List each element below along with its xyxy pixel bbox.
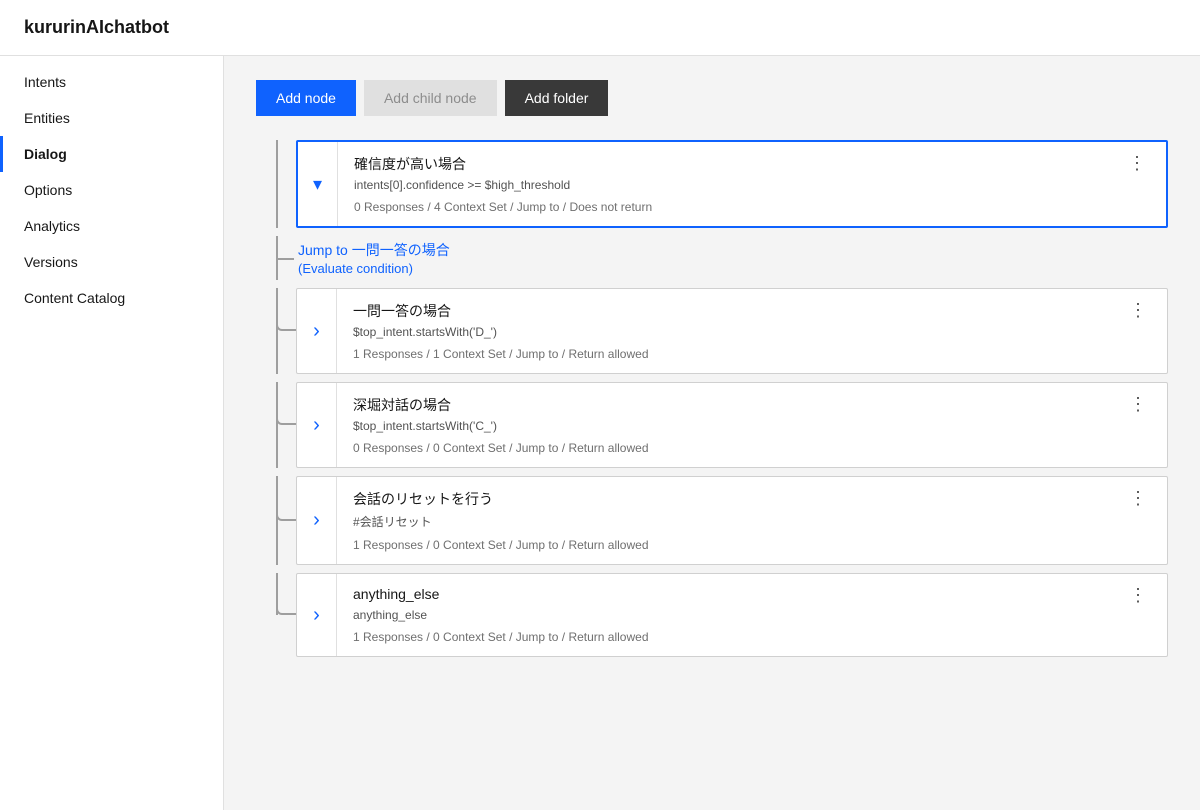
app-header: kururinAIchatbot	[0, 0, 1200, 56]
child-node-title-1: 深堀対話の場合	[353, 395, 451, 415]
sidebar-item-analytics[interactable]: Analytics	[0, 208, 223, 244]
sidebar-item-entities[interactable]: Entities	[0, 100, 223, 136]
child-node-meta-2: 1 Responses / 0 Context Set / Jump to / …	[353, 538, 1151, 552]
root-node-menu-icon[interactable]: ⋮	[1124, 154, 1150, 172]
child-node-condition-3: anything_else	[353, 608, 1151, 622]
child-node-meta-0: 1 Responses / 1 Context Set / Jump to / …	[353, 347, 1151, 361]
child-connector-0	[256, 288, 296, 374]
jump-to-link[interactable]: Jump to 一問一答の場合 (Evaluate condition)	[298, 240, 450, 276]
jump-to-text: 一問一答の場合	[352, 242, 450, 258]
child-node-menu-icon-3[interactable]: ⋮	[1125, 586, 1151, 604]
jump-to-section: Jump to 一問一答の場合 (Evaluate condition)	[256, 236, 1168, 280]
add-child-node-button[interactable]: Add child node	[364, 80, 497, 116]
add-folder-button[interactable]: Add folder	[505, 80, 609, 116]
child-connector-3	[256, 573, 296, 657]
layout: IntentsEntitiesDialogOptionsAnalyticsVer…	[0, 56, 1200, 810]
jump-horiz-line	[276, 258, 294, 260]
jump-link-container: Jump to 一問一答の場合 (Evaluate condition)	[296, 236, 1168, 280]
child-curve-1	[276, 382, 296, 425]
main-content: Add node Add child node Add folder ▾	[224, 56, 1200, 810]
child-node-toggle-0[interactable]: ›	[297, 289, 337, 373]
root-node-header: 確信度が高い場合 ⋮	[354, 154, 1150, 174]
root-node-title: 確信度が高い場合	[354, 154, 466, 174]
child-node-title-2: 会話のリセットを行う	[353, 489, 493, 509]
child-node-menu-icon-2[interactable]: ⋮	[1125, 489, 1151, 507]
child-node-card-1: › 深堀対話の場合 ⋮ $top_intent.startsWith('C_') 0 R…	[296, 382, 1168, 468]
add-node-button[interactable]: Add node	[256, 80, 356, 116]
root-node-meta: 0 Responses / 4 Context Set / Jump to / …	[354, 200, 1150, 214]
child-node-header-3: anything_else ⋮	[353, 586, 1151, 604]
child-curve-2	[276, 476, 296, 521]
child-node-body-3: anything_else ⋮ anything_else 1 Responses /…	[337, 574, 1167, 656]
child-node-row-1: › 深堀対話の場合 ⋮ $top_intent.startsWith('C_') 0 R…	[256, 382, 1168, 468]
child-connector-1	[256, 382, 296, 468]
child-node-menu-icon-1[interactable]: ⋮	[1125, 395, 1151, 413]
dialog-tree: ▾ 確信度が高い場合 ⋮ intents[0].confidence >= $h…	[256, 140, 1168, 657]
jump-connector	[256, 236, 296, 280]
toolbar: Add node Add child node Add folder	[256, 80, 1168, 116]
child-node-header-2: 会話のリセットを行う ⋮	[353, 489, 1151, 509]
root-node-body: 確信度が高い場合 ⋮ intents[0].confidence >= $hig…	[338, 142, 1166, 226]
root-node-toggle[interactable]: ▾	[298, 142, 338, 226]
child-node-card-2: › 会話のリセットを行う ⋮ #会話リセット 1 Responses / 0 Conte…	[296, 476, 1168, 565]
root-node-card: ▾ 確信度が高い場合 ⋮ intents[0].confidence >= $h…	[296, 140, 1168, 228]
child-node-card-3: › anything_else ⋮ anything_else 1 Responses …	[296, 573, 1168, 657]
child-nodes-container: › 一問一答の場合 ⋮ $top_intent.startsWith('D_') 1 R…	[256, 288, 1168, 657]
child-node-card-0: › 一問一答の場合 ⋮ $top_intent.startsWith('D_') 1 R…	[296, 288, 1168, 374]
child-curve-0	[276, 288, 296, 331]
sidebar-item-content-catalog[interactable]: Content Catalog	[0, 280, 223, 316]
app-container: kururinAIchatbot IntentsEntitiesDialogOp…	[0, 0, 1200, 810]
jump-to-prefix: Jump to	[298, 242, 352, 258]
child-node-toggle-3[interactable]: ›	[297, 574, 337, 656]
app-title: kururinAIchatbot	[24, 17, 169, 38]
child-node-header-0: 一問一答の場合 ⋮	[353, 301, 1151, 321]
child-node-body-2: 会話のリセットを行う ⋮ #会話リセット 1 Responses / 0 Contex…	[337, 477, 1167, 564]
sidebar-item-versions[interactable]: Versions	[0, 244, 223, 280]
sidebar-item-dialog[interactable]: Dialog	[0, 136, 223, 172]
sidebar: IntentsEntitiesDialogOptionsAnalyticsVer…	[0, 56, 224, 810]
jump-to-suffix: (Evaluate condition)	[298, 261, 413, 276]
child-node-toggle-2[interactable]: ›	[297, 477, 337, 564]
child-node-condition-2: #会話リセット	[353, 513, 1151, 530]
child-node-menu-icon-0[interactable]: ⋮	[1125, 301, 1151, 319]
child-curve-3	[276, 573, 296, 615]
sidebar-item-options[interactable]: Options	[0, 172, 223, 208]
child-node-body-1: 深堀対話の場合 ⋮ $top_intent.startsWith('C_') 0 Re…	[337, 383, 1167, 467]
child-node-body-0: 一問一答の場合 ⋮ $top_intent.startsWith('D_') 1 Re…	[337, 289, 1167, 373]
child-node-condition-0: $top_intent.startsWith('D_')	[353, 325, 1151, 339]
child-node-row-3: › anything_else ⋮ anything_else 1 Responses …	[256, 573, 1168, 657]
child-node-header-1: 深堀対話の場合 ⋮	[353, 395, 1151, 415]
child-node-title-3: anything_else	[353, 586, 439, 602]
child-node-meta-3: 1 Responses / 0 Context Set / Jump to / …	[353, 630, 1151, 644]
child-node-row-2: › 会話のリセットを行う ⋮ #会話リセット 1 Responses / 0 Conte…	[256, 476, 1168, 565]
sidebar-item-intents[interactable]: Intents	[0, 64, 223, 100]
root-connector	[256, 140, 296, 228]
child-node-condition-1: $top_intent.startsWith('C_')	[353, 419, 1151, 433]
child-connector-2	[256, 476, 296, 565]
child-node-toggle-1[interactable]: ›	[297, 383, 337, 467]
child-node-title-0: 一問一答の場合	[353, 301, 451, 321]
child-node-row-0: › 一問一答の場合 ⋮ $top_intent.startsWith('D_') 1 R…	[256, 288, 1168, 374]
child-node-meta-1: 0 Responses / 0 Context Set / Jump to / …	[353, 441, 1151, 455]
vert-line	[276, 140, 278, 228]
root-node-condition: intents[0].confidence >= $high_threshold	[354, 178, 1150, 192]
